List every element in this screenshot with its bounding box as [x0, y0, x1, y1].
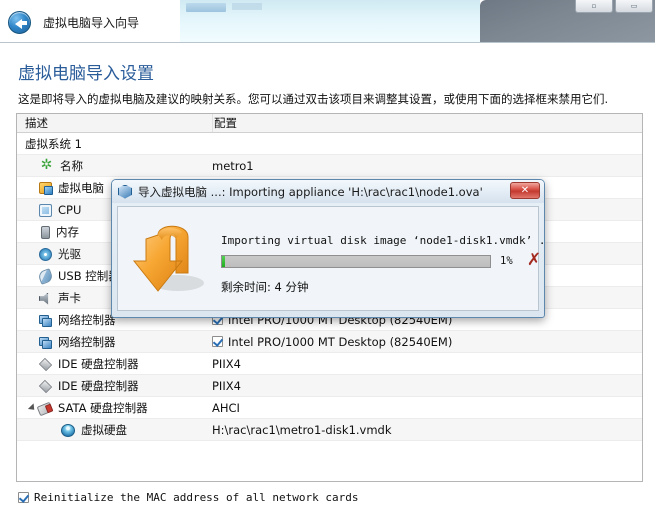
row-label: 网络控制器 [58, 312, 116, 327]
cancel-operation-icon[interactable]: ✗ [526, 252, 542, 270]
ide-icon [38, 379, 53, 394]
row-value-cell: metro1 [212, 159, 642, 173]
network-icon [39, 314, 52, 327]
row-value-cell: H:\rac\rac1\metro1-disk1.vmdk [212, 423, 642, 437]
row-value-cell: AHCI [212, 401, 642, 415]
table-row[interactable]: 虚拟系统 1 [17, 133, 642, 155]
row-value-cell: Intel PRO/1000 MT Desktop (82540EM) [212, 335, 642, 349]
screen-root: ▫ ▭ 虚拟电脑导入向导 虚拟电脑导入设置 这是即将导入的虚拟电脑及建议的映射关… [0, 0, 655, 507]
close-icon[interactable]: ✕ [510, 182, 540, 199]
column-divider[interactable] [212, 114, 213, 132]
wizard-header: 虚拟电脑导入向导 [0, 0, 655, 44]
table-header-row: 描述 配置 [17, 114, 642, 133]
reinit-mac-label: Reinitialize the MAC address of all netw… [34, 491, 359, 504]
reinit-mac-checkbox-row[interactable]: Reinitialize the MAC address of all netw… [18, 491, 359, 504]
row-label: CPU [58, 202, 82, 217]
row-label: 光驱 [58, 246, 81, 261]
progress-percent-label: 1% [500, 255, 513, 267]
ide-icon [38, 357, 53, 372]
row-description-cell: 虚拟硬盘 [17, 422, 212, 438]
row-value: Intel PRO/1000 MT Desktop (82540EM) [228, 334, 453, 349]
dialog-titlebar[interactable]: 导入虚拟电脑 ...: Importing appliance 'H:\rac\… [112, 180, 544, 203]
cdrom-icon [39, 247, 52, 261]
wizard-header-title: 虚拟电脑导入向导 [43, 15, 140, 30]
table-row[interactable]: SATA 硬盘控制器 AHCI [17, 397, 642, 419]
sound-icon [39, 292, 49, 305]
harddisk-icon [61, 423, 75, 437]
progress-bar [221, 255, 491, 268]
table-row[interactable]: IDE 硬盘控制器 PIIX4 [17, 353, 642, 375]
sata-icon [36, 401, 54, 417]
expander-triangle-icon[interactable] [27, 402, 38, 413]
table-row[interactable]: IDE 硬盘控制器 PIIX4 [17, 375, 642, 397]
row-label: IDE 硬盘控制器 [58, 378, 139, 393]
row-label: 网络控制器 [58, 334, 116, 349]
time-remaining-label: 剩余时间: 4 分钟 [221, 280, 309, 294]
row-label: 内存 [56, 224, 79, 239]
import-arrow-icon [132, 225, 204, 292]
row-description-cell: 虚拟系统 1 [17, 136, 212, 152]
row-label: SATA 硬盘控制器 [58, 400, 148, 415]
row-value: AHCI [212, 400, 240, 415]
row-enable-checkbox[interactable] [212, 336, 223, 347]
row-value: metro1 [212, 158, 254, 173]
vm-icon [39, 182, 53, 195]
back-arrow-icon[interactable] [8, 10, 31, 34]
row-label: IDE 硬盘控制器 [58, 356, 139, 371]
row-label: 名称 [60, 158, 83, 173]
row-value: PIIX4 [212, 356, 241, 371]
dialog-body: Importing virtual disk image ‘node1-disk… [117, 206, 544, 311]
row-description-cell: SATA 硬盘控制器 [17, 400, 212, 417]
column-header-configuration: 配置 [214, 116, 237, 130]
page-description: 这是即将导入的虚拟电脑及建议的映射关系。您可以通过双击该项目来调整其设置，或使用… [18, 92, 609, 106]
row-value: H:\rac\rac1\metro1-disk1.vmdk [212, 422, 392, 437]
row-value-cell: PIIX4 [212, 357, 642, 371]
column-header-description: 描述 [25, 116, 48, 130]
row-description-cell: ✲ 名称 [17, 158, 212, 174]
table-row[interactable]: 网络控制器 Intel PRO/1000 MT Desktop (82540EM) [17, 331, 642, 353]
reinit-mac-checkbox[interactable] [18, 492, 29, 503]
dialog-title-text: 导入虚拟电脑 ...: Importing appliance 'H:\rac\… [138, 184, 483, 199]
star-icon: ✲ [40, 157, 53, 173]
row-value: PIIX4 [212, 378, 241, 393]
memory-icon [41, 225, 50, 239]
table-row[interactable]: 虚拟硬盘 H:\rac\rac1\metro1-disk1.vmdk [17, 419, 642, 441]
usb-icon [37, 267, 54, 285]
row-label: 虚拟电脑 [58, 180, 104, 195]
dialog-status-text: Importing virtual disk image ‘node1-disk… [221, 234, 545, 247]
row-description-cell: IDE 硬盘控制器 [17, 378, 212, 394]
import-progress-dialog[interactable]: 导入虚拟电脑 ...: Importing appliance 'H:\rac\… [111, 179, 545, 318]
row-label: 声卡 [58, 290, 81, 305]
cpu-icon [39, 203, 52, 217]
row-value-cell: PIIX4 [212, 379, 642, 393]
progress-bar-fill [222, 256, 225, 267]
row-description-cell: IDE 硬盘控制器 [17, 356, 212, 372]
row-description-cell: 网络控制器 [17, 334, 212, 350]
row-label: 虚拟系统 1 [25, 136, 82, 151]
network-icon [39, 336, 52, 349]
page-title: 虚拟电脑导入设置 [18, 64, 154, 84]
virtualbox-cube-icon [118, 184, 132, 199]
table-row[interactable]: ✲ 名称 metro1 [17, 155, 642, 177]
row-label: 虚拟硬盘 [81, 422, 127, 437]
